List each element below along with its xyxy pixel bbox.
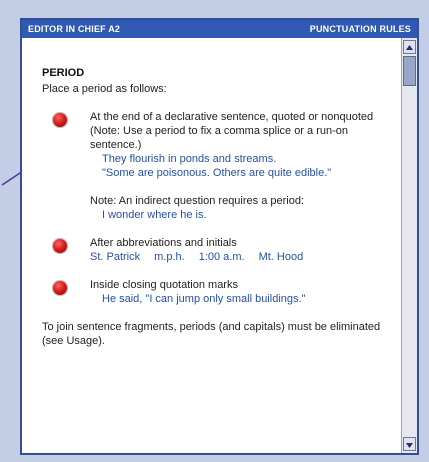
page-title: PERIOD: [42, 67, 85, 79]
scroll-up-button[interactable]: [403, 40, 416, 54]
example-text: m.p.h.: [154, 251, 185, 263]
rule-item-2: After abbreviations and initials St. Pat…: [42, 236, 389, 264]
app-title: Editor in Chief A2: [28, 24, 121, 34]
red-dot-icon: [52, 238, 68, 254]
note-block: Note: An indirect question requires a pe…: [42, 194, 389, 222]
intro-text: Place a period as follows:: [42, 83, 167, 95]
abbreviation-examples: St. Patrick m.p.h. 1:00 a.m. Mt. Hood: [90, 250, 389, 264]
example-text: St. Patrick: [90, 251, 141, 263]
example-text: 1:00 a.m.: [198, 251, 245, 263]
scroll-down-button[interactable]: [403, 437, 416, 451]
example-text: They flourish in ponds and streams.: [102, 153, 277, 165]
note-example: I wonder where he is.: [102, 209, 207, 221]
app-window: Editor in Chief A2 Punctuation Rules PER…: [20, 18, 419, 455]
title-bar: Editor in Chief A2 Punctuation Rules: [22, 20, 417, 38]
triangle-down-icon: [406, 443, 413, 448]
example-text: He said, "I can jump only small building…: [102, 293, 306, 305]
closing-text: To join sentence fragments, periods (and…: [42, 321, 381, 347]
note-text: Note: An indirect question requires a pe…: [90, 195, 305, 207]
rule-text: After abbreviations and initials: [90, 237, 237, 249]
rule-item-3: Inside closing quotation marks He said, …: [42, 278, 389, 306]
section-title: Punctuation Rules: [309, 24, 411, 34]
red-dot-icon: [52, 280, 68, 296]
example-text: "Some are poisonous. Others are quite ed…: [102, 167, 332, 179]
scroll-thumb[interactable]: [403, 56, 416, 86]
triangle-up-icon: [406, 45, 413, 50]
red-dot-icon: [52, 112, 68, 128]
rule-item-1: At the end of a declarative sentence, qu…: [42, 110, 389, 180]
rule-text: Inside closing quotation marks: [90, 279, 238, 291]
vertical-scrollbar[interactable]: [401, 38, 417, 453]
example-text: Mt. Hood: [258, 251, 304, 263]
rule-text: At the end of a declarative sentence, qu…: [90, 111, 374, 151]
content-pane: PERIOD Place a period as follows: At the…: [22, 38, 399, 453]
